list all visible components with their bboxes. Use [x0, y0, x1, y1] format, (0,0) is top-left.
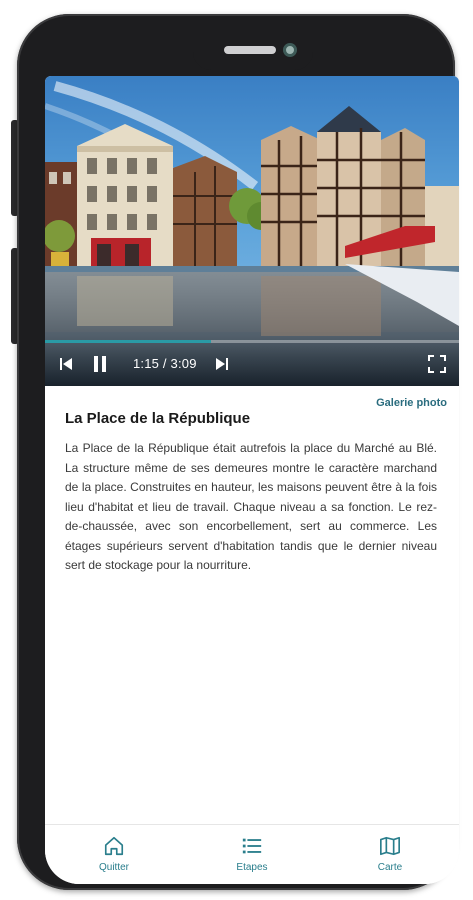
- notch: [193, 34, 313, 70]
- page-title: La Place de la République: [65, 410, 251, 427]
- nav-label-etapes: Etapes: [236, 862, 268, 873]
- fullscreen-button[interactable]: [425, 352, 449, 376]
- nav-label-carte: Carte: [377, 862, 403, 873]
- speaker: [224, 46, 276, 54]
- nav-item-etapes[interactable]: Etapes: [183, 825, 321, 884]
- pause-icon: [94, 356, 106, 372]
- skip-previous-icon: [60, 358, 72, 370]
- current-time: 1:15: [133, 356, 160, 371]
- map-icon: [380, 836, 400, 856]
- time-separator: /: [159, 356, 171, 371]
- front-camera: [283, 43, 297, 57]
- bottom-navigation: Quitter Etapes Carte: [45, 824, 459, 884]
- home-icon: [104, 836, 124, 856]
- description-text: La Place de la République était autrefoi…: [65, 441, 437, 572]
- next-button[interactable]: [211, 352, 233, 376]
- fullscreen-icon: [428, 355, 446, 373]
- video-time: 1:15 / 3:09: [133, 356, 197, 371]
- video-progress-fill: [45, 340, 211, 343]
- nav-item-quitter[interactable]: Quitter: [45, 825, 183, 884]
- video-player[interactable]: 1:15 / 3:09: [45, 76, 459, 386]
- previous-button[interactable]: [55, 352, 77, 376]
- photo-gallery-link[interactable]: Galerie photo: [376, 397, 447, 409]
- video-progress-bar[interactable]: [45, 340, 459, 343]
- app-screen: 1:15 / 3:09 Galerie photo La Place de la…: [45, 76, 459, 884]
- nav-label-quitter: Quitter: [98, 862, 129, 873]
- duration: 3:09: [170, 356, 197, 371]
- nav-item-carte[interactable]: Carte: [321, 825, 459, 884]
- skip-next-icon: [216, 358, 228, 370]
- phone-frame: 1:15 / 3:09 Galerie photo La Place de la…: [17, 14, 459, 890]
- pause-button[interactable]: [89, 352, 111, 376]
- list-icon: [242, 838, 262, 854]
